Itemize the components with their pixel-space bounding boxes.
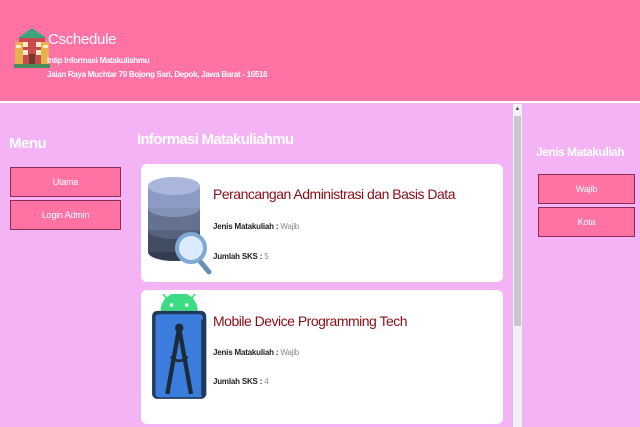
course-type: Jenis Matakuliah : Wajib — [213, 222, 299, 231]
course-type: Jenis Matakuliah : Wajib — [213, 348, 299, 357]
app-tagline: Intip Informasi Matakuliahmu — [47, 56, 150, 65]
app-address: Jalan Raya Muchtar 70 Bojong Sari, Depok… — [47, 70, 268, 79]
course-sks: Jumlah SKS : 5 — [213, 252, 269, 261]
course-sks-label: Jumlah SKS : — [213, 377, 263, 386]
course-title[interactable]: Perancangan Administrasi dan Basis Data — [213, 186, 455, 202]
filter-kota-button[interactable]: Kota — [538, 207, 635, 237]
android-studio-icon — [152, 294, 207, 399]
course-type-value: Wajib — [280, 348, 300, 357]
course-type-label: Jenis Matakuliah : — [213, 348, 279, 357]
database-search-icon — [148, 177, 212, 275]
course-sks: Jumlah SKS : 4 — [213, 377, 269, 386]
menu-login-admin-button[interactable]: Login Admin — [10, 200, 121, 230]
site-header: Cschedule Intip Informasi Matakuliahmu J… — [0, 0, 640, 103]
course-card[interactable]: Mobile Device Programming Tech Jenis Mat… — [141, 290, 503, 424]
course-sks-value: 5 — [264, 252, 269, 261]
scroll-up-arrow-icon[interactable]: ▲ — [513, 104, 522, 114]
main-title: Informasi Matakuliahmu — [137, 131, 294, 148]
building-icon[interactable] — [14, 24, 50, 70]
course-type-value: Wajib — [280, 222, 300, 231]
course-type-panel-title: Jenis Matakuliah — [536, 145, 625, 159]
scrollbar[interactable]: ▲ — [513, 104, 522, 427]
scroll-thumb[interactable] — [514, 116, 521, 326]
menu-utama-button[interactable]: Utama — [10, 167, 121, 197]
course-sks-label: Jumlah SKS : — [213, 252, 263, 261]
course-type-label: Jenis Matakuliah : — [213, 222, 279, 231]
course-card[interactable]: Perancangan Administrasi dan Basis Data … — [141, 164, 503, 282]
course-title[interactable]: Mobile Device Programming Tech — [213, 313, 408, 329]
app-name: Cschedule — [48, 31, 117, 48]
course-sks-value: 4 — [264, 377, 269, 386]
menu-panel: Menu Utama Login Admin — [0, 104, 130, 427]
filter-wajib-button[interactable]: Wajib — [538, 174, 635, 204]
menu-title: Menu — [9, 135, 47, 152]
